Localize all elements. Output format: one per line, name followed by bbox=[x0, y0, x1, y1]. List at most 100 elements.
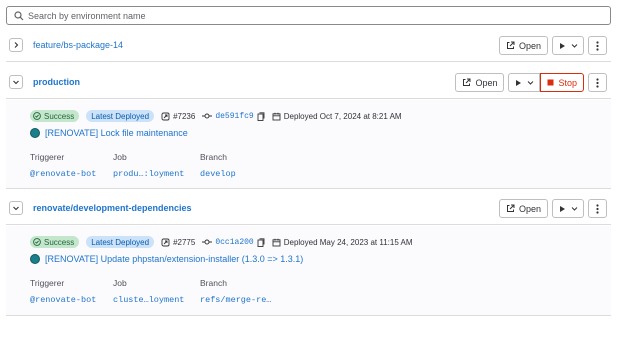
environment-name-link[interactable]: production bbox=[33, 77, 80, 87]
deployment-columns: Triggerer @renovate-bot Job produ…:loyme… bbox=[30, 152, 236, 179]
commit-sha-link[interactable]: de591fc9 bbox=[215, 112, 253, 121]
chevron-right-icon bbox=[14, 41, 19, 48]
chevron-down-icon bbox=[13, 80, 19, 84]
triggerer-column: Triggerer @renovate-bot bbox=[30, 278, 113, 305]
job-column: Job produ…:loyment bbox=[113, 152, 200, 179]
open-button-label: Open bbox=[518, 203, 541, 214]
status-label: Success bbox=[44, 237, 75, 247]
deploy-stop-group: Stop bbox=[508, 73, 584, 92]
commit-sha-link[interactable]: 0cc1a200 bbox=[215, 238, 253, 247]
chevron-down-icon bbox=[571, 207, 578, 211]
branch-link[interactable]: refs/merge-re… bbox=[200, 295, 271, 305]
deployment-id: #7236 bbox=[161, 112, 195, 121]
commit-row: [RENOVATE] Lock file maintenance bbox=[30, 128, 188, 138]
commit-sha: 0cc1a200 bbox=[202, 237, 265, 247]
deployed-at: Deployed Oct 7, 2024 at 8:21 AM bbox=[272, 112, 402, 121]
branch-link[interactable]: develop bbox=[200, 169, 236, 179]
copy-icon[interactable] bbox=[257, 237, 265, 247]
commit-icon bbox=[202, 239, 213, 245]
environment-row: renovate/development-dependencies Open bbox=[6, 191, 611, 225]
triggerer-label: Triggerer bbox=[30, 278, 65, 288]
environment-name-link[interactable]: feature/bs-package-14 bbox=[33, 40, 123, 50]
deployment-id-text: #7236 bbox=[173, 111, 196, 121]
commit-title-link[interactable]: [RENOVATE] Update phpstan/extension-inst… bbox=[45, 254, 303, 264]
open-button-label: Open bbox=[518, 40, 541, 51]
search-input[interactable] bbox=[28, 10, 610, 21]
environment-name-link[interactable]: renovate/development-dependencies bbox=[33, 203, 192, 213]
open-button[interactable]: Open bbox=[498, 36, 548, 55]
deployment-icon bbox=[161, 238, 170, 246]
deploy-dropdown-button[interactable] bbox=[552, 36, 584, 55]
avatar bbox=[30, 254, 40, 264]
environment-actions: Open bbox=[498, 199, 607, 218]
triggerer-link[interactable]: @renovate-bot bbox=[30, 295, 113, 305]
chevron-down-icon bbox=[571, 44, 578, 48]
check-circle-icon bbox=[33, 112, 41, 120]
deploy-dropdown-button[interactable] bbox=[552, 199, 584, 218]
status-badge: Success bbox=[30, 110, 80, 122]
collapse-toggle[interactable] bbox=[9, 74, 23, 89]
job-label: Job bbox=[113, 152, 127, 162]
deployment-meta: Success Latest Deployed #2775 0cc1a200 D… bbox=[30, 236, 413, 248]
stop-icon bbox=[547, 79, 554, 86]
search-box[interactable] bbox=[6, 6, 611, 25]
more-actions-button[interactable] bbox=[588, 73, 607, 92]
deployed-at-text: Deployed Oct 7, 2024 at 8:21 AM bbox=[283, 111, 402, 121]
external-link-icon bbox=[506, 41, 515, 49]
deployment-meta: Success Latest Deployed #7236 de591fc9 D… bbox=[30, 110, 402, 122]
commit-row: [RENOVATE] Update phpstan/extension-inst… bbox=[30, 254, 303, 264]
job-link[interactable]: produ…:loyment bbox=[113, 169, 200, 179]
branch-label: Branch bbox=[200, 152, 227, 162]
environment-actions: Open bbox=[498, 36, 607, 55]
stop-button-label: Stop bbox=[558, 77, 577, 88]
status-label: Success bbox=[44, 111, 75, 121]
copy-icon[interactable] bbox=[257, 111, 265, 121]
branch-column: Branch refs/merge-re… bbox=[200, 278, 271, 305]
deploy-dropdown-button[interactable] bbox=[508, 73, 541, 92]
commit-sha: de591fc9 bbox=[202, 111, 265, 121]
deployment-columns: Triggerer @renovate-bot Job cluste…loyme… bbox=[30, 278, 271, 305]
calendar-icon bbox=[272, 238, 281, 246]
external-link-icon bbox=[463, 78, 471, 86]
triggerer-link[interactable]: @renovate-bot bbox=[30, 169, 113, 179]
play-icon bbox=[560, 205, 565, 212]
status-badge: Success bbox=[30, 236, 80, 248]
more-actions-button[interactable] bbox=[588, 36, 607, 55]
play-icon bbox=[560, 42, 565, 49]
deployment-id-text: #2775 bbox=[173, 237, 196, 247]
deployment-details: Success Latest Deployed #2775 0cc1a200 D… bbox=[6, 226, 611, 316]
job-column: Job cluste…loyment bbox=[113, 278, 200, 305]
job-link[interactable]: cluste…loyment bbox=[113, 295, 200, 305]
collapse-toggle[interactable] bbox=[9, 200, 23, 215]
commit-icon bbox=[202, 113, 213, 119]
open-button[interactable]: Open bbox=[498, 199, 548, 218]
commit-title-link[interactable]: [RENOVATE] Lock file maintenance bbox=[45, 128, 188, 138]
environment-row: production Open Stop bbox=[6, 65, 611, 99]
chevron-down-icon bbox=[13, 206, 19, 210]
stop-button[interactable]: Stop bbox=[540, 73, 584, 92]
deployment-details: Success Latest Deployed #7236 de591fc9 D… bbox=[6, 100, 611, 189]
expand-toggle[interactable] bbox=[9, 37, 23, 52]
kebab-menu-icon bbox=[596, 40, 599, 51]
latest-deployed-badge: Latest Deployed bbox=[86, 236, 155, 248]
environment-row: feature/bs-package-14 Open bbox=[6, 28, 611, 62]
play-icon bbox=[516, 79, 522, 86]
open-button[interactable]: Open bbox=[455, 73, 505, 92]
environment-actions: Open Stop bbox=[455, 73, 607, 92]
deployed-at: Deployed May 24, 2023 at 11:15 AM bbox=[272, 238, 413, 247]
deployment-id: #2775 bbox=[161, 238, 195, 247]
calendar-icon bbox=[272, 112, 281, 120]
kebab-menu-icon bbox=[596, 203, 599, 214]
chevron-down-icon bbox=[528, 81, 534, 85]
deployed-at-text: Deployed May 24, 2023 at 11:15 AM bbox=[283, 237, 413, 247]
external-link-icon bbox=[506, 204, 515, 212]
triggerer-label: Triggerer bbox=[30, 152, 65, 162]
open-button-label: Open bbox=[475, 77, 498, 88]
search-icon bbox=[12, 9, 26, 23]
job-label: Job bbox=[113, 278, 127, 288]
branch-label: Branch bbox=[200, 278, 227, 288]
latest-deployed-badge: Latest Deployed bbox=[86, 110, 155, 122]
avatar bbox=[30, 128, 40, 138]
more-actions-button[interactable] bbox=[588, 199, 607, 218]
deployment-icon bbox=[161, 112, 170, 120]
